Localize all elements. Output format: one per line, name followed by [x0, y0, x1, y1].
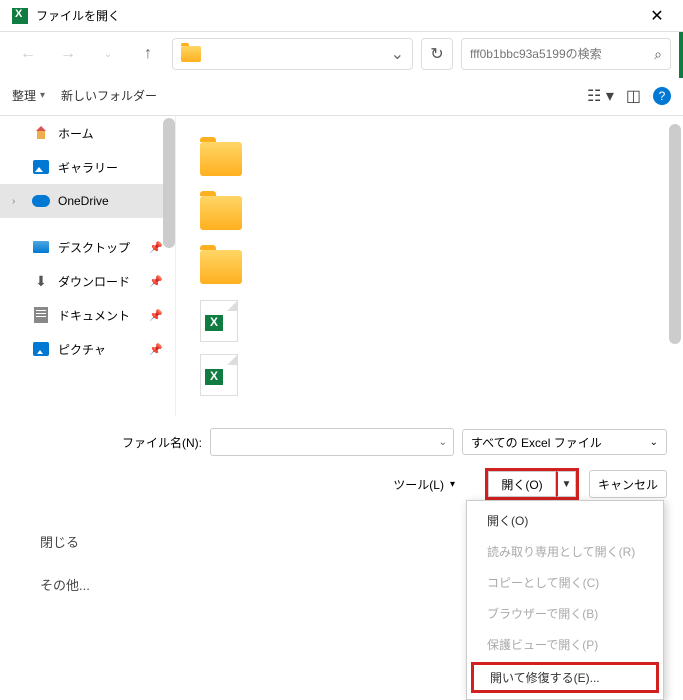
navbar: ← → ⌄ ↑ ⌄ ↻ ⌕ — [0, 32, 683, 76]
sidebar-item-label: デスクトップ — [58, 239, 130, 256]
sidebar-item-doc[interactable]: ドキュメント 📌 — [0, 298, 175, 332]
excel-file-icon — [200, 354, 238, 396]
file-item-folder[interactable] — [192, 240, 667, 294]
footer: ファイル名(N): ⌄ すべての Excel ファイル ⌄ ツール(L) ▾ 開… — [0, 416, 683, 512]
filename-label: ファイル名(N): — [16, 434, 202, 451]
sidebar-item-onedrive[interactable]: › OneDrive — [0, 184, 175, 218]
sidebar-item-desktop[interactable]: デスクトップ 📌 — [0, 230, 175, 264]
excel-accent — [679, 32, 683, 78]
sidebar-item-label: ピクチャ — [58, 341, 106, 358]
folder-icon — [200, 196, 242, 230]
sidebar-item-label: ドキュメント — [58, 307, 130, 324]
menu-item: ブラウザーで開く(B) — [467, 598, 663, 629]
file-list[interactable] — [175, 116, 683, 416]
pin-icon: 📌 — [149, 275, 163, 288]
menu-item: 保護ビューで開く(P) — [467, 629, 663, 660]
chevron-down-icon: ▾ — [40, 90, 45, 101]
pin-icon: 📌 — [149, 309, 163, 322]
up-button[interactable]: ↑ — [132, 38, 164, 70]
sidebar-item-label: ギャラリー — [58, 159, 118, 176]
organize-label: 整理 — [12, 87, 36, 104]
doc-icon — [32, 306, 50, 324]
download-icon: ⬇ — [32, 272, 50, 290]
menu-item: 読み取り専用として開く(R) — [467, 536, 663, 567]
pin-icon: 📌 — [149, 343, 163, 356]
path-box[interactable]: ⌄ — [172, 38, 413, 70]
preview-pane-button[interactable]: ◫ — [626, 86, 641, 106]
filename-dropdown-icon[interactable]: ⌄ — [433, 437, 453, 448]
pin-icon: 📌 — [149, 241, 163, 254]
sidebar-item-gallery[interactable]: ギャラリー — [0, 150, 175, 184]
main-area: ホーム ギャラリー › OneDrive デスクトップ 📌 ⬇ ダウンロード 📌… — [0, 116, 683, 416]
sidebar-item-pic[interactable]: ピクチャ 📌 — [0, 332, 175, 366]
sidebar-item-house[interactable]: ホーム — [0, 116, 175, 150]
sidebar-scrollbar[interactable] — [163, 118, 175, 248]
path-dropdown-icon[interactable]: ⌄ — [391, 44, 404, 64]
chevron-down-icon: ▾ — [450, 479, 455, 490]
content-scrollbar[interactable] — [669, 124, 681, 344]
file-item-folder[interactable] — [192, 132, 667, 186]
menu-item[interactable]: 開く(O) — [467, 505, 663, 536]
gallery-icon — [32, 158, 50, 176]
folder-icon — [200, 250, 242, 284]
close-button[interactable]: ✕ — [635, 0, 679, 32]
file-item-folder[interactable] — [192, 186, 667, 240]
toolbar: 整理 ▾ 新しいフォルダー ☷ ▾ ◫ ? — [0, 76, 683, 116]
backstage-panel: 閉じる その他... — [20, 520, 150, 606]
filename-input[interactable] — [211, 429, 433, 455]
view-mode-button[interactable]: ☷ ▾ — [587, 86, 614, 106]
forward-button[interactable]: → — [52, 38, 84, 70]
recent-button[interactable]: ⌄ — [92, 38, 124, 70]
open-split-button: 開く(O) ▼ — [485, 468, 579, 500]
sidebar-item-label: OneDrive — [58, 194, 109, 208]
newfolder-button[interactable]: 新しいフォルダー — [61, 87, 157, 104]
tools-button[interactable]: ツール(L) ▾ — [393, 476, 455, 493]
cancel-button[interactable]: キャンセル — [589, 470, 667, 498]
sidebar: ホーム ギャラリー › OneDrive デスクトップ 📌 ⬇ ダウンロード 📌… — [0, 116, 175, 416]
search-box[interactable]: ⌕ — [461, 38, 671, 70]
menu-item: コピーとして開く(C) — [467, 567, 663, 598]
filetype-label: すべての Excel ファイル — [471, 434, 602, 451]
help-button[interactable]: ? — [653, 87, 671, 105]
search-icon[interactable]: ⌕ — [654, 46, 662, 63]
sidebar-item-label: ダウンロード — [58, 273, 130, 290]
refresh-button[interactable]: ↻ — [421, 38, 453, 70]
expand-icon: › — [12, 196, 24, 207]
file-item-excel[interactable] — [192, 294, 667, 348]
chevron-down-icon: ⌄ — [650, 437, 658, 448]
titlebar: ファイルを開く ✕ — [0, 0, 683, 32]
folder-icon — [200, 142, 242, 176]
desktop-icon — [32, 238, 50, 256]
file-item-excel[interactable] — [192, 348, 667, 402]
excel-icon — [12, 8, 28, 24]
sidebar-item-label: ホーム — [58, 125, 94, 142]
backstage-close[interactable]: 閉じる — [20, 520, 150, 563]
excel-file-icon — [200, 300, 238, 342]
search-input[interactable] — [470, 47, 654, 61]
back-button[interactable]: ← — [12, 38, 44, 70]
onedrive-icon — [32, 192, 50, 210]
tools-label: ツール(L) — [393, 476, 444, 493]
open-dropdown-button[interactable]: ▼ — [556, 471, 576, 497]
house-icon — [32, 124, 50, 142]
filetype-select[interactable]: すべての Excel ファイル ⌄ — [462, 429, 667, 455]
pic-icon — [32, 340, 50, 358]
open-dropdown-menu: 開く(O)読み取り専用として開く(R)コピーとして開く(C)ブラウザーで開く(B… — [466, 500, 664, 700]
organize-button[interactable]: 整理 ▾ — [12, 87, 45, 104]
open-button[interactable]: 開く(O) — [488, 471, 556, 497]
newfolder-label: 新しいフォルダー — [61, 87, 157, 104]
menu-item[interactable]: 開いて修復する(E)... — [471, 662, 659, 693]
sidebar-item-download[interactable]: ⬇ ダウンロード 📌 — [0, 264, 175, 298]
folder-icon — [181, 46, 201, 62]
backstage-other[interactable]: その他... — [20, 563, 150, 606]
window-title: ファイルを開く — [36, 7, 120, 24]
